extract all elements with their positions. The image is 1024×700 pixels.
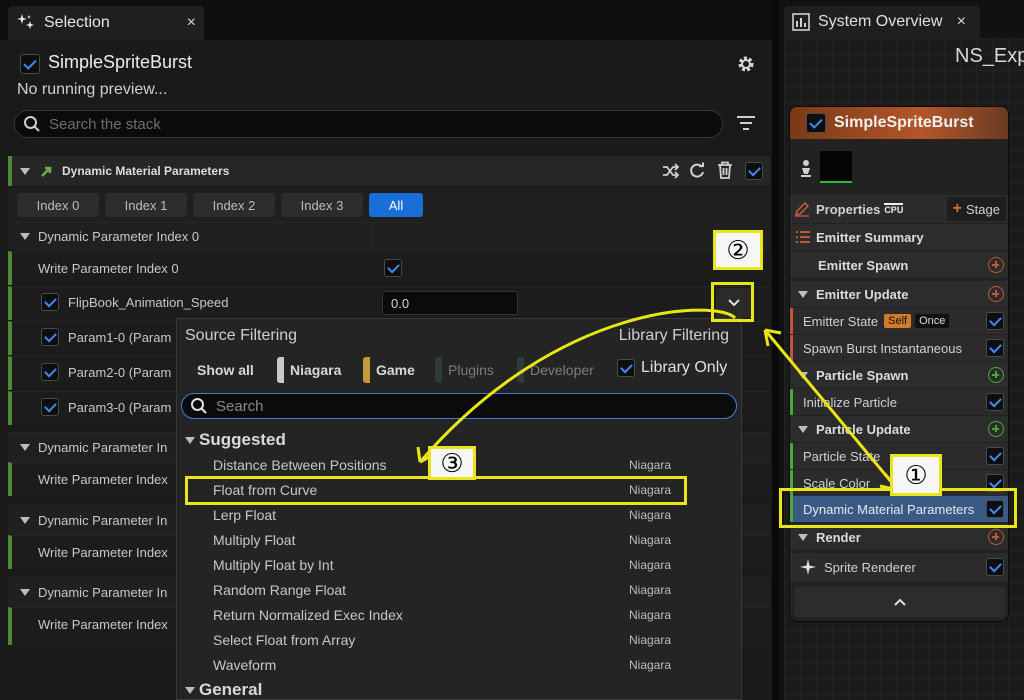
annotation-badge-three: ③ bbox=[428, 446, 476, 480]
highlight-float-from-curve bbox=[185, 476, 687, 505]
arrow-two-to-three bbox=[418, 308, 737, 463]
annotation-badge-two: ② bbox=[713, 230, 763, 270]
annotation-badge-one: ① bbox=[890, 454, 942, 496]
annotation-arrows bbox=[416, 308, 900, 492]
arrow-one-to-two bbox=[763, 329, 900, 491]
highlight-dropdown bbox=[711, 282, 754, 322]
